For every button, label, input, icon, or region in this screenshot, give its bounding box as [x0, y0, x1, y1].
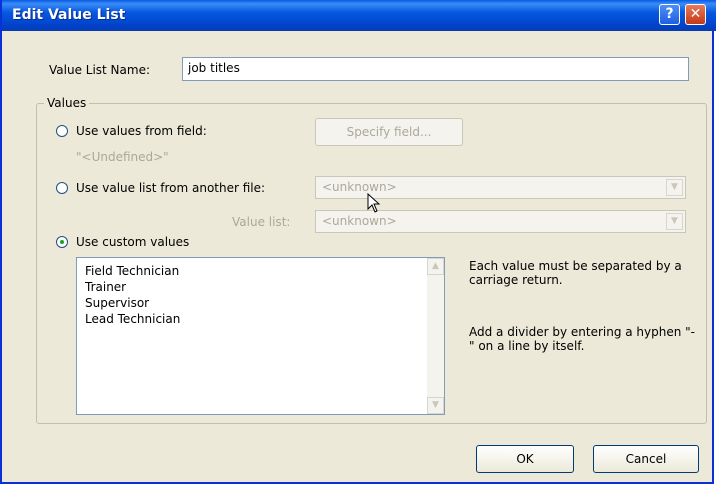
- vertical-scrollbar[interactable]: ▲ ▼: [427, 258, 444, 414]
- list-item: Trainer: [85, 280, 127, 294]
- value-list-name-input[interactable]: job titles: [182, 57, 689, 81]
- help-text-separator: Each value must be separated by a carria…: [469, 259, 682, 287]
- value-list-name-value: job titles: [188, 61, 240, 75]
- help-text-divider: Add a divider by entering a hyphen "-" o…: [469, 325, 696, 353]
- chevron-down-icon[interactable]: ▼: [666, 179, 683, 196]
- value-list-name-label: Value List Name:: [49, 63, 151, 77]
- use-custom-values-label[interactable]: Use custom values: [76, 235, 189, 249]
- window-title: Edit Value List: [12, 7, 126, 23]
- list-item: Supervisor: [85, 296, 150, 310]
- specify-field-button[interactable]: Specify field...: [315, 118, 463, 146]
- title-bar[interactable]: Edit Value List ? ✕: [2, 0, 716, 31]
- close-button[interactable]: ✕: [685, 4, 706, 25]
- radio-use-values-from-field[interactable]: [56, 125, 68, 137]
- value-list-select-value: <unknown>: [322, 214, 397, 228]
- scroll-down-icon[interactable]: ▼: [427, 397, 444, 414]
- cancel-button[interactable]: Cancel: [593, 445, 699, 473]
- values-group-title: Values: [44, 96, 90, 110]
- undefined-field-text: "<Undefined>": [76, 150, 169, 164]
- chevron-down-icon[interactable]: ▼: [666, 213, 683, 230]
- radio-use-value-list-from-file[interactable]: [56, 182, 68, 194]
- value-list-select[interactable]: <unknown> ▼: [315, 210, 686, 233]
- list-item: Lead Technician: [85, 312, 181, 326]
- edit-value-list-dialog: Edit Value List ? ✕ Value List Name: job…: [0, 0, 716, 484]
- help-button[interactable]: ?: [659, 4, 680, 25]
- scroll-up-icon[interactable]: ▲: [427, 258, 444, 275]
- custom-values-textarea[interactable]: Field Technician Trainer Supervisor Lead…: [76, 257, 445, 415]
- radio-use-custom-values[interactable]: [56, 236, 68, 248]
- use-values-from-field-label[interactable]: Use values from field:: [76, 124, 207, 138]
- mouse-pointer-icon: [367, 193, 381, 213]
- value-list-label: Value list:: [232, 215, 291, 229]
- list-item: Field Technician: [85, 264, 180, 278]
- use-value-list-from-file-label[interactable]: Use value list from another file:: [76, 181, 265, 195]
- file-select-value: <unknown>: [322, 180, 397, 194]
- ok-button[interactable]: OK: [476, 445, 574, 473]
